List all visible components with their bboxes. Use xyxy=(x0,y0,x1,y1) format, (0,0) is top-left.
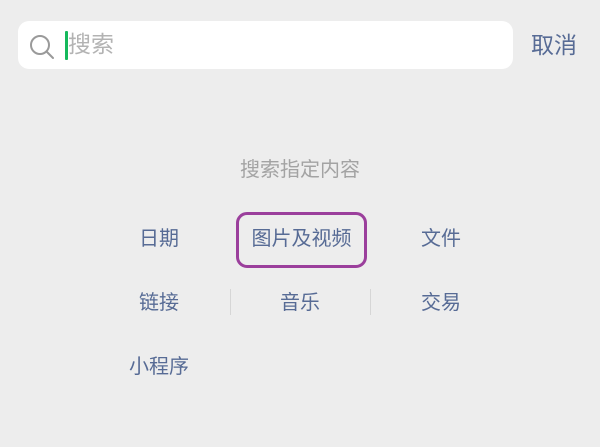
cancel-button[interactable]: 取消 xyxy=(531,31,577,61)
filter-date[interactable]: 日期 xyxy=(109,224,209,252)
filter-transactions[interactable]: 交易 xyxy=(391,288,491,316)
section-title: 搜索指定内容 xyxy=(240,157,360,181)
search-screen: 搜索 取消 搜索指定内容 日期 图片及视频 文件 链接 音乐 交易 小程序 xyxy=(0,0,600,447)
search-input[interactable]: 搜索 xyxy=(68,31,114,60)
divider xyxy=(370,289,371,315)
filter-files[interactable]: 文件 xyxy=(391,224,491,252)
search-icon xyxy=(30,35,54,59)
divider xyxy=(230,289,231,315)
filter-links[interactable]: 链接 xyxy=(109,288,209,316)
filter-music[interactable]: 音乐 xyxy=(250,288,350,316)
filter-mini-programs[interactable]: 小程序 xyxy=(109,352,209,380)
filter-photos-videos[interactable]: 图片及视频 xyxy=(236,224,367,252)
